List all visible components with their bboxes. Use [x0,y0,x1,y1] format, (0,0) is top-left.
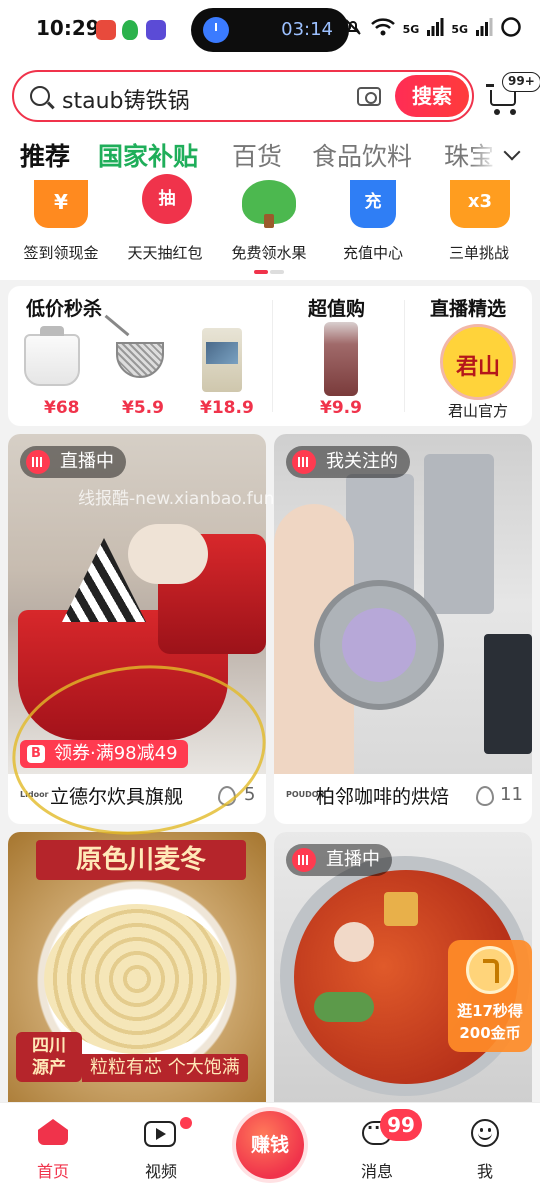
coffee-live-image [274,434,532,774]
flash-product-2[interactable] [106,322,178,398]
video-icon [144,1121,176,1147]
status-bar: 10:29 03:14 5G 5G [0,0,540,62]
tofu [384,892,418,926]
quick-entry-label: 充值中心 [342,244,403,262]
sticker-app-icon [146,20,166,40]
coffee-bag [424,454,494,614]
quick-entry-label: 天天抽红包 [127,244,203,262]
search-icon [30,86,50,106]
flash-price-3: ¥18.9 [200,398,254,418]
status-indicators: 5G 5G [343,14,522,44]
camera-icon[interactable] [357,87,381,106]
flash-price-1: ¥68 [44,398,80,418]
flash-product-3[interactable] [188,322,260,398]
product-slogan: 粒粒有芯 个大饱满 [82,1054,248,1082]
wifi-icon [370,17,396,41]
nut-jar-image [324,322,358,396]
shop-logo: POUDOR [286,790,325,799]
live-icon [292,450,316,474]
page-indicator [254,270,286,274]
status-time: 10:29 [36,16,100,40]
quick-entry-label: 免费领水果 [231,244,307,262]
rice-bag-image [202,328,242,392]
tea-strainer-image [116,342,164,378]
signal-icon-1 [426,18,444,40]
live-tag: 直播中 [286,844,392,876]
value-buy-price: ¥9.9 [320,398,362,418]
signal-icon-2 [475,18,493,40]
heat-icon [476,786,494,806]
shield-icon [122,20,138,40]
messages-badge: 99 [380,1109,422,1141]
live-shop-name: 君山官方 [447,402,508,420]
lottery-icon: 抽 [142,174,192,224]
notification-dot [180,1117,192,1129]
cash-icon: ¥ [34,180,88,228]
browse-reward-badge[interactable]: 逛17秒得 200金币 [448,940,532,1052]
promo-card: 低价秒杀 ¥68 ¥5.9 ¥18.9 超值购 ¥9.9 直播精选 君山 君山官… [8,286,532,426]
tab-food-drinks[interactable]: 食品饮料 [312,137,412,173]
network-type-1: 5G [402,22,420,36]
greens [314,992,374,1022]
tab-recommend[interactable]: 推荐 [20,137,70,173]
cart-icon [486,84,494,87]
tab-general-goods[interactable]: 百货 [232,137,282,173]
app-notification-icon [96,20,116,40]
live-picks-title[interactable]: 直播精选 [430,294,506,321]
search-header: staub铸铁锅 搜索 99+ [0,62,540,128]
filter-screen [342,608,416,682]
live-shop-avatar[interactable]: 君山 [440,324,516,400]
value-buy-title[interactable]: 超值购 [308,294,365,321]
tree-trunk [264,214,274,228]
shop-row: POUDOR 柏邻咖啡的烘焙 11 [274,774,532,818]
recharge-icon: 充 [350,180,396,228]
mute-icon [343,17,363,41]
home-icon [38,1119,68,1145]
dynamic-island-timer[interactable]: 03:14 [191,8,349,52]
hand [128,524,208,584]
triple-order-icon: x3 [450,180,510,228]
feed-card-coffee[interactable]: 我关注的 POUDOR 柏邻咖啡的烘焙 11 [274,434,532,824]
quick-entry-row: ¥ 签到领现金 抽 天天抽红包 免费领水果 充 充值中心 x3 三单挑战 [0,174,540,280]
bottom-navigation: 首页 视频 赚钱 99 消息 我 [0,1102,540,1188]
cart-badge: 99+ [502,72,540,92]
live-icon [292,848,316,872]
avatar-logo-text: 君山 [455,354,500,380]
coin-icon [466,946,514,994]
nav-video[interactable]: 视频 [116,1103,206,1188]
live-icon [26,450,50,474]
flash-product-1[interactable] [18,322,90,398]
network-type-2: 5G [451,22,468,36]
search-bar[interactable]: staub铸铁锅 搜索 [12,70,474,122]
value-buy-product[interactable] [304,322,376,398]
timer-icon [203,17,229,43]
timer-value: 03:14 [281,19,333,40]
nav-me[interactable]: 我 [440,1103,530,1188]
nav-earn-button[interactable]: 赚钱 [236,1111,304,1179]
product-banner-title: 原色川麦冬 [36,840,246,880]
feed-card-maidong[interactable]: 原色川麦冬 四川 源产 粒粒有芯 个大饱满 [8,832,266,1102]
nav-home[interactable]: 首页 [8,1103,98,1188]
quick-entry-label: 三单挑战 [448,244,509,262]
nav-messages[interactable]: 99 消息 [332,1103,422,1188]
product-box [484,634,532,754]
heat-count: 11 [500,784,523,805]
following-tag: 我关注的 [286,446,410,478]
search-input[interactable]: staub铸铁锅 [62,83,189,115]
category-tabs: 推荐 国家补贴 百货 食品饮料 珠宝 [0,128,540,180]
feed-card-hotpot[interactable]: 直播中 逛17秒得 200金币 [274,832,532,1102]
origin-badge: 四川 源产 [16,1032,82,1082]
shop-name: 柏邻咖啡的烘焙 [316,786,450,808]
cart-button[interactable]: 99+ [486,72,540,120]
live-tag: 直播中 [20,446,126,478]
search-button[interactable]: 搜索 [395,75,469,117]
meatball [334,922,374,962]
flash-sale-title[interactable]: 低价秒杀 [26,294,102,321]
tab-national-subsidy[interactable]: 国家补贴 [98,137,198,173]
quick-entry-label: 签到领现金 [23,244,99,262]
battery-icon [500,16,522,42]
watermark-text: 线报酷-new.xianbao.fun [78,489,275,509]
glass-kettle-image [24,326,80,386]
flash-price-2: ¥5.9 [122,398,164,418]
